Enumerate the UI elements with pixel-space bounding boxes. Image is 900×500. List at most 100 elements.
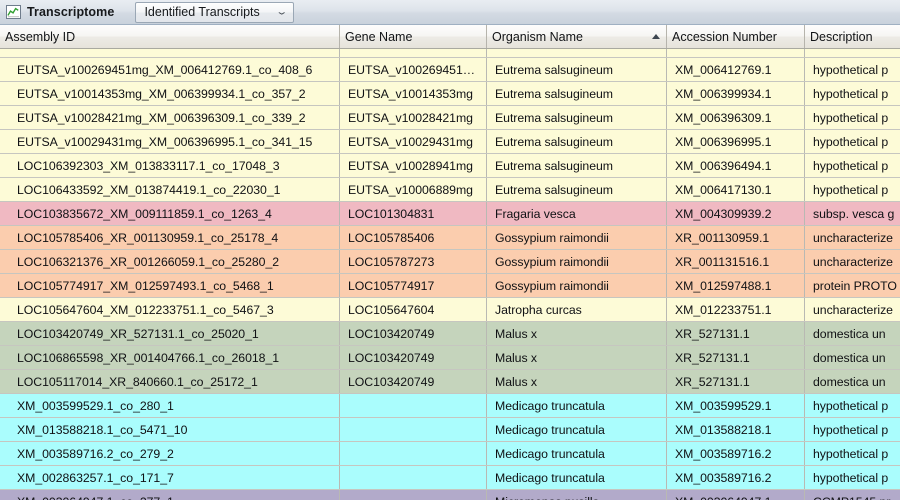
cell-assembly: LOC106392303_XM_013833117.1_co_17048_3: [0, 154, 340, 177]
cell-gene: EUTSA_v100269451…: [340, 58, 487, 81]
cell-descr: domestica un: [813, 374, 886, 389]
table-row-partial[interactable]: [0, 49, 900, 58]
table-row[interactable]: LOC105785406_XR_001130959.1_co_25178_4 LO…: [0, 226, 900, 250]
cell-accession: XR_001131516.1: [667, 250, 805, 273]
cell-descr: domestica un: [813, 326, 886, 341]
cell-assembly: LOC105117014_XR_840660.1_co_25172_1: [0, 370, 340, 393]
cell-gene: LOC103420749: [340, 322, 487, 345]
column-header-gene[interactable]: Gene Name: [340, 25, 487, 48]
cell-accession: XM_003599529.1: [667, 394, 805, 417]
cell-assembly: LOC105647604_XM_012233751.1_co_5467_3: [0, 298, 340, 321]
cell-organism: Eutrema salsugineum: [487, 154, 667, 177]
cell-organism: Malus x: [487, 322, 667, 345]
cell-organism: [487, 49, 667, 57]
table-row[interactable]: LOC106865598_XR_001404766.1_co_26018_1 LO…: [0, 346, 900, 370]
chevron-down-icon: ⌄: [275, 6, 289, 17]
cell-organism: Eutrema salsugineum: [487, 106, 667, 129]
tab-transcriptome[interactable]: Transcriptome: [0, 0, 128, 25]
cell-descr: [805, 49, 900, 57]
table-row[interactable]: LOC103420749_XR_527131.1_co_25020_1 LOC10…: [0, 322, 900, 346]
cell-organism: Medicago truncatula: [487, 442, 667, 465]
cell-accession: XM_012597488.1: [667, 274, 805, 297]
column-header-assembly[interactable]: Assembly ID: [0, 25, 340, 48]
table-row[interactable]: LOC105117014_XR_840660.1_co_25172_1 LOC10…: [0, 370, 900, 394]
cell-descr: hypothetical p: [813, 62, 889, 77]
cell-accession: XM_006396309.1: [667, 106, 805, 129]
cell-organism: Medicago truncatula: [487, 394, 667, 417]
cell-descr: hypothetical p: [813, 158, 889, 173]
table-row[interactable]: LOC103835672_XM_009111859.1_co_1263_4 LOC…: [0, 202, 900, 226]
cell-gene: LOC105647604: [340, 298, 487, 321]
table-row[interactable]: EUTSA_v10014353mg_XM_006399934.1_co_357_…: [0, 82, 900, 106]
cell-accession: XR_001130959.1: [667, 226, 805, 249]
transcript-table[interactable]: EUTSA_v100269451mg_XM_006412769.1_co_408…: [0, 49, 900, 500]
table-row[interactable]: XM_003599529.1_co_280_1 Medicago truncatu…: [0, 394, 900, 418]
cell-accession: XM_003064947.1: [667, 490, 805, 500]
cell-gene: EUTSA_v10028421mg: [340, 106, 487, 129]
cell-assembly: [0, 49, 340, 57]
table-row[interactable]: EUTSA_v100269451mg_XM_006412769.1_co_408…: [0, 58, 900, 82]
cell-assembly: LOC106865598_XR_001404766.1_co_26018_1: [0, 346, 340, 369]
cell-gene: LOC103420749: [340, 346, 487, 369]
cell-descr: hypothetical p: [813, 110, 889, 125]
cell-accession: [667, 49, 805, 57]
cell-descr: uncharacterize: [813, 230, 893, 245]
column-header-accession[interactable]: Accession Number: [667, 25, 805, 48]
cell-accession: XM_006396494.1: [667, 154, 805, 177]
cell-gene: [340, 466, 487, 489]
cell-gene: LOC105785406: [340, 226, 487, 249]
cell-accession: XM_003589716.2: [667, 466, 805, 489]
cell-descr: hypothetical p: [813, 470, 889, 485]
cell-accession: XR_527131.1: [667, 322, 805, 345]
cell-descr: hypothetical p: [813, 446, 889, 461]
cell-assembly: EUTSA_v10029431mg_XM_006396995.1_co_341_…: [0, 130, 340, 153]
column-header-descr[interactable]: Description: [805, 25, 900, 48]
table-row[interactable]: XM_002863257.1_co_171_7 Medicago truncatu…: [0, 466, 900, 490]
cell-accession: XM_006396995.1: [667, 130, 805, 153]
column-header-label: Accession Number: [672, 29, 777, 44]
table-row[interactable]: LOC106433592_XM_013874419.1_co_22030_1 EU…: [0, 178, 900, 202]
cell-descr: hypothetical p: [813, 134, 889, 149]
table-row[interactable]: EUTSA_v10028421mg_XM_006396309.1_co_339_…: [0, 106, 900, 130]
cell-assembly: EUTSA_v100269451mg_XM_006412769.1_co_408…: [0, 58, 340, 81]
cell-assembly: LOC105774917_XM_012597493.1_co_5468_1: [0, 274, 340, 297]
cell-gene: EUTSA_v10006889mg: [340, 178, 487, 201]
cell-descr: hypothetical p: [813, 86, 889, 101]
cell-descr: hypothetical p: [813, 398, 889, 413]
sort-ascending-icon: [652, 34, 660, 39]
table-row[interactable]: LOC105647604_XM_012233751.1_co_5467_3 LOC…: [0, 298, 900, 322]
cell-gene: LOC103420749: [340, 370, 487, 393]
column-header-organism[interactable]: Organism Name: [487, 25, 667, 48]
table-row[interactable]: LOC106321376_XR_001266059.1_co_25280_2 LO…: [0, 250, 900, 274]
cell-assembly: XM_003599529.1_co_280_1: [0, 394, 340, 417]
cell-organism: Medicago truncatula: [487, 466, 667, 489]
table-row[interactable]: LOC105774917_XM_012597493.1_co_5468_1 LOC…: [0, 274, 900, 298]
column-header-label: Gene Name: [345, 29, 413, 44]
cell-descr: domestica un: [813, 350, 886, 365]
cell-gene: [340, 49, 487, 57]
cell-organism: Gossypium raimondii: [487, 274, 667, 297]
table-row[interactable]: XM_003064947.1_co_277_1 Micromonas pusill…: [0, 490, 900, 500]
cell-assembly: XM_003064947.1_co_277_1: [0, 490, 340, 500]
table-row[interactable]: XM_013588218.1_co_5471_10 Medicago trunca…: [0, 418, 900, 442]
cell-descr: hypothetical p: [813, 182, 889, 197]
cell-accession: XM_004309939.2: [667, 202, 805, 225]
cell-gene: EUTSA_v10029431mg: [340, 130, 487, 153]
cell-organism: Eutrema salsugineum: [487, 82, 667, 105]
cell-assembly: LOC103835672_XM_009111859.1_co_1263_4: [0, 202, 340, 225]
chart-line-icon: [6, 5, 21, 19]
cell-gene: LOC105787273: [340, 250, 487, 273]
cell-assembly: LOC106321376_XR_001266059.1_co_25280_2: [0, 250, 340, 273]
table-row[interactable]: LOC106392303_XM_013833117.1_co_17048_3 EU…: [0, 154, 900, 178]
table-row[interactable]: XM_003589716.2_co_279_2 Medicago truncatu…: [0, 442, 900, 466]
column-header-label: Organism Name: [492, 29, 583, 44]
cell-gene: EUTSA_v10028941mg: [340, 154, 487, 177]
cell-gene: LOC101304831: [340, 202, 487, 225]
cell-accession: XR_527131.1: [667, 346, 805, 369]
cell-organism: Micromonas pusilla: [487, 490, 667, 500]
tab-transcriptome-label: Transcriptome: [27, 5, 115, 19]
view-select[interactable]: Identified Transcripts ⌄: [135, 1, 295, 23]
cell-descr: CCMP1545 pr: [805, 490, 900, 500]
cell-assembly: XM_013588218.1_co_5471_10: [0, 418, 340, 441]
table-row[interactable]: EUTSA_v10029431mg_XM_006396995.1_co_341_…: [0, 130, 900, 154]
